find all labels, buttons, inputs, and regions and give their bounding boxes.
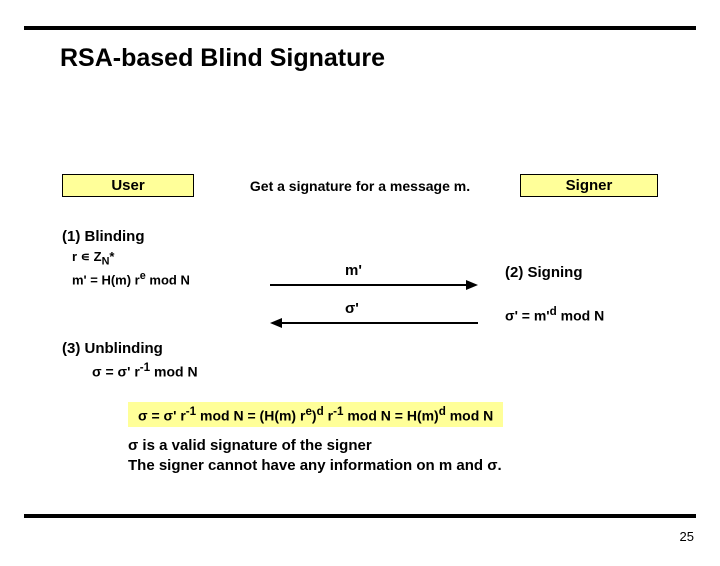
step2-formula: σ' = m'd mod N xyxy=(505,305,604,324)
d2: mod N = (H(m) r xyxy=(196,408,305,424)
step2-sup: d xyxy=(550,305,557,318)
arrow-left-label: σ' xyxy=(345,300,359,317)
d4: r xyxy=(324,408,333,424)
step3-formula: σ = σ' r-1 mod N xyxy=(92,361,198,380)
step1-line1: r ∊ Z xyxy=(72,249,102,264)
center-caption: Get a signature for a message m. xyxy=(200,178,520,194)
step1-line2-post: mod N xyxy=(146,272,190,287)
step2-post: mod N xyxy=(557,308,604,324)
arrow-right-icon xyxy=(270,278,478,292)
ds5: d xyxy=(439,405,446,418)
step1-formula: r ∊ ZN* m' = H(m) re mod N xyxy=(72,249,190,289)
d6: mod N xyxy=(446,408,493,424)
d5: mod N = H(m) xyxy=(343,408,438,424)
user-box: User xyxy=(62,174,194,197)
step2-title: (2) Signing xyxy=(505,264,583,281)
conclusion-line2: The signer cannot have any information o… xyxy=(128,456,502,476)
step1-line2-pre: m' = H(m) r xyxy=(72,272,140,287)
step3-title: (3) Unblinding xyxy=(62,340,163,357)
bottom-rule xyxy=(24,514,696,518)
step3-post: mod N xyxy=(150,364,197,380)
conclusion: σ is a valid signature of the signer The… xyxy=(128,436,502,475)
top-rule xyxy=(24,26,696,30)
slide-title: RSA-based Blind Signature xyxy=(60,44,720,73)
step3-pre: σ = σ' r xyxy=(92,364,140,380)
signer-box: Signer xyxy=(520,174,658,197)
arrow-left-icon xyxy=(270,316,478,330)
derivation-box: σ = σ' r-1 mod N = (H(m) re)d r-1 mod N … xyxy=(128,402,503,427)
step3-sup: -1 xyxy=(140,361,150,374)
step1-title: (1) Blinding xyxy=(62,228,145,245)
conclusion-line1: σ is a valid signature of the signer xyxy=(128,436,502,456)
ds4: -1 xyxy=(333,405,343,418)
arrow-right-label: m' xyxy=(345,262,362,279)
page-number: 25 xyxy=(680,529,694,544)
slide: RSA-based Blind Signature User Signer Ge… xyxy=(0,26,720,566)
ds3: d xyxy=(317,405,324,418)
step1-line1-post: * xyxy=(109,249,114,264)
step2-pre: σ' = m' xyxy=(505,308,550,324)
d1: σ = σ' r xyxy=(138,408,186,424)
ds1: -1 xyxy=(186,405,196,418)
